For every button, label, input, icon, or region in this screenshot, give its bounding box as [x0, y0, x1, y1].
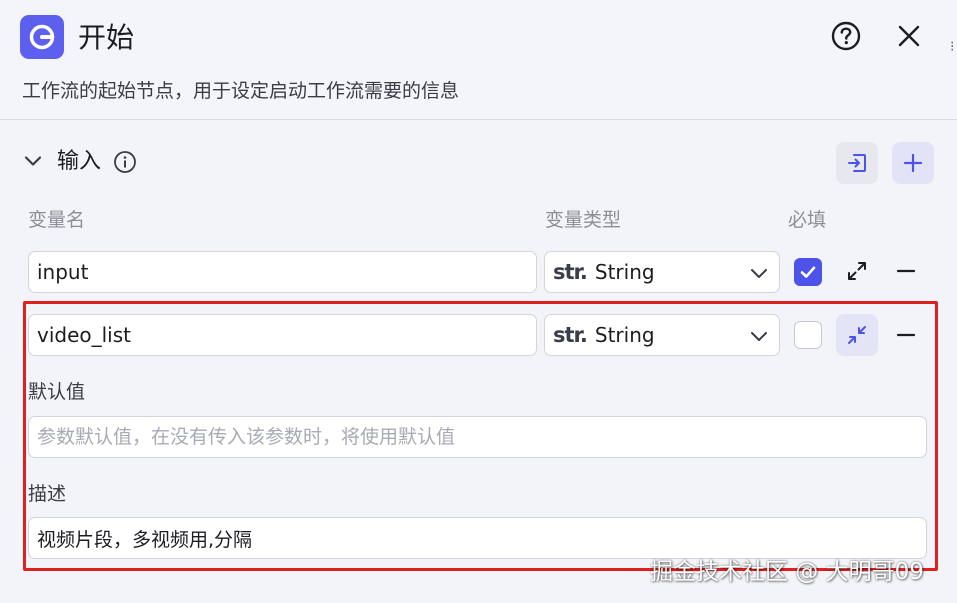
column-required-label: 必填 — [788, 209, 827, 231]
import-icon — [848, 154, 866, 172]
import-button[interactable] — [836, 142, 878, 184]
type-value-label: String — [594, 260, 655, 284]
expand-icon — [848, 262, 866, 280]
add-variable-button[interactable] — [892, 142, 934, 184]
variable-name-input[interactable] — [28, 251, 537, 293]
check-icon — [800, 266, 816, 278]
collapse-row-button[interactable] — [836, 314, 878, 356]
column-name-label: 变量名 — [28, 209, 86, 231]
close-icon[interactable] — [895, 22, 923, 50]
type-prefix-label: str. — [553, 260, 588, 284]
collapse-icon — [848, 326, 866, 344]
node-header: 开始 ⁝ 工作流的起始节点，用于设定启动工作流需要的信息 — [0, 0, 957, 120]
start-node-icon — [20, 15, 64, 59]
column-type-label: 变量类型 — [545, 209, 622, 231]
help-icon[interactable] — [830, 20, 862, 52]
minus-icon — [896, 333, 916, 337]
default-value-label: 默认值 — [28, 381, 86, 403]
required-checkbox[interactable] — [794, 258, 822, 286]
edge-fragment: ⁝ — [950, 40, 955, 54]
default-value-input[interactable] — [28, 416, 927, 458]
remove-row-button[interactable] — [885, 250, 927, 292]
chevron-down-icon — [751, 332, 767, 341]
minus-icon — [896, 269, 916, 273]
info-icon[interactable] — [113, 150, 137, 174]
expand-row-button[interactable] — [836, 250, 878, 292]
watermark: 掘金技术社区 @ 大明哥09 — [650, 559, 924, 585]
variable-type-select[interactable]: str. String — [544, 251, 780, 293]
type-value-label: String — [594, 323, 655, 347]
node-description: 工作流的起始节点，用于设定启动工作流需要的信息 — [22, 80, 460, 102]
variable-name-input[interactable] — [28, 314, 537, 356]
variable-type-select[interactable]: str. String — [544, 314, 780, 356]
collapse-chevron-icon[interactable] — [22, 150, 44, 172]
plus-icon — [903, 153, 923, 173]
chevron-down-icon — [751, 269, 767, 278]
remove-row-button[interactable] — [885, 314, 927, 356]
node-title: 开始 — [78, 21, 135, 54]
type-prefix-label: str. — [553, 323, 588, 347]
required-checkbox[interactable] — [794, 321, 822, 349]
description-label: 描述 — [28, 483, 67, 505]
description-input[interactable] — [28, 517, 927, 559]
input-section-title: 输入 — [57, 149, 102, 174]
